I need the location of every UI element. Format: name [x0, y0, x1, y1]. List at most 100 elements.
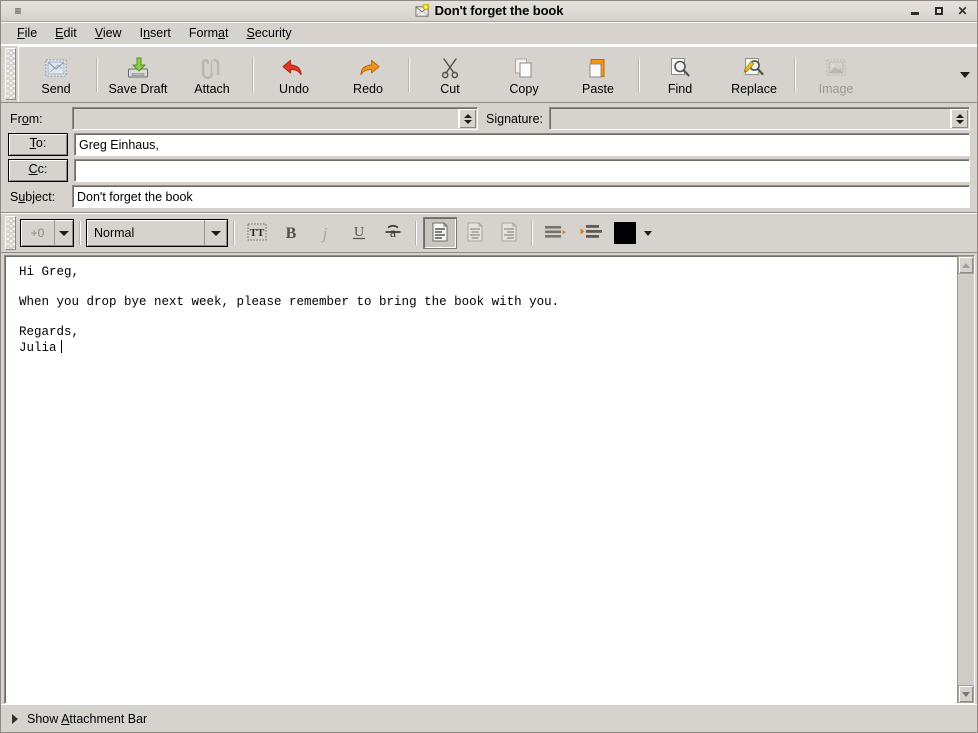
italic-button[interactable]: j	[309, 218, 341, 248]
attach-button[interactable]: Attach	[175, 53, 249, 97]
undo-arrow-icon	[281, 55, 307, 81]
paste-button[interactable]: Paste	[561, 53, 635, 97]
window-title: Don't forget the book	[435, 3, 564, 18]
menu-format[interactable]: Format	[180, 24, 238, 43]
paragraph-style-value: Normal	[87, 220, 204, 246]
scrollbar-trough[interactable]	[958, 274, 974, 685]
paragraph-style-dropdown-arrow[interactable]	[204, 220, 227, 246]
text-color-swatch[interactable]	[614, 222, 636, 244]
close-button[interactable]: ✕	[957, 5, 968, 16]
scroll-down-arrow-icon	[962, 692, 970, 697]
scroll-up-arrow-icon	[962, 263, 970, 268]
text-caret	[61, 340, 62, 353]
toolbar-separator	[638, 58, 640, 92]
bulleted-list-button[interactable]	[539, 218, 573, 248]
paste-label: Paste	[582, 83, 614, 97]
format-toolbar: +0 Normal TT	[18, 214, 978, 252]
indent-button[interactable]	[575, 218, 609, 248]
save-draft-button[interactable]: Save Draft	[101, 53, 175, 97]
signature-combobox[interactable]	[549, 107, 970, 130]
expander-triangle-icon	[12, 714, 18, 724]
cut-label: Cut	[440, 83, 459, 97]
paste-clipboard-icon	[586, 55, 610, 81]
signature-dropdown-arrows[interactable]	[950, 109, 968, 128]
main-toolbar-row: Send Save Draft	[0, 45, 978, 103]
toolbar-drag-handle[interactable]	[5, 48, 16, 100]
send-button[interactable]: Send	[19, 53, 93, 97]
cc-row: Cc:	[8, 159, 970, 182]
window-controls: ✕	[909, 5, 974, 16]
image-label: Image	[819, 83, 854, 97]
svg-text:U: U	[354, 225, 364, 240]
send-label: Send	[41, 83, 70, 97]
font-size-value: +0	[21, 220, 54, 246]
subject-value: Don't forget the book	[77, 190, 193, 204]
save-draft-icon	[126, 55, 150, 81]
send-mail-icon	[44, 55, 68, 81]
cc-input[interactable]	[74, 159, 970, 182]
paperclip-icon	[200, 55, 224, 81]
strikethrough-button[interactable]: a	[377, 218, 409, 248]
window-menu-icon[interactable]: ≡	[10, 5, 26, 17]
from-combobox[interactable]	[72, 107, 478, 130]
menu-security[interactable]: Security	[237, 24, 300, 43]
menubar: File Edit View Insert Format Security	[0, 22, 978, 45]
subject-row: Subject: Don't forget the book	[8, 185, 970, 208]
underline-button[interactable]: U	[343, 218, 375, 248]
cc-button[interactable]: Cc:	[8, 159, 68, 182]
chevron-down-icon	[644, 231, 652, 236]
body-vertical-scrollbar[interactable]	[957, 256, 974, 703]
compose-mail-window: ≡ Don't forget the book ✕ File Edit View	[0, 0, 978, 733]
from-row: From: Signature:	[8, 107, 970, 130]
cut-button[interactable]: Cut	[413, 53, 487, 97]
align-center-button[interactable]	[459, 218, 491, 248]
paragraph-style-combobox[interactable]: Normal	[86, 219, 228, 247]
window-titlebar: ≡ Don't forget the book ✕	[0, 0, 978, 22]
undo-button[interactable]: Undo	[257, 53, 331, 97]
replace-button[interactable]: Replace	[717, 53, 791, 97]
toolbar-overflow-chevron[interactable]	[952, 72, 978, 78]
mail-header-fields: From: Signature: To: Greg Einhaus,	[0, 103, 978, 213]
bold-button[interactable]: B	[275, 218, 307, 248]
message-body-input[interactable]: Hi Greg, When you drop bye next week, pl…	[5, 256, 957, 703]
attachment-bar-toggle[interactable]: Show Attachment Bar	[0, 704, 978, 733]
format-toolbar-drag-handle[interactable]	[5, 216, 16, 250]
to-button[interactable]: To:	[8, 133, 68, 156]
toolbar-separator	[408, 58, 410, 92]
minimize-button[interactable]	[909, 5, 920, 16]
redo-button[interactable]: Redo	[331, 53, 405, 97]
save-draft-label: Save Draft	[108, 83, 167, 97]
format-separator	[415, 221, 417, 245]
align-right-button[interactable]	[493, 218, 525, 248]
find-button[interactable]: Find	[643, 53, 717, 97]
window-title-group: Don't forget the book	[0, 3, 978, 18]
subject-label: Subject:	[8, 190, 72, 204]
font-size-stepper[interactable]: +0	[20, 219, 74, 247]
scroll-up-button[interactable]	[958, 256, 974, 274]
font-size-dropdown-arrow[interactable]	[54, 220, 73, 246]
fixed-width-icon: TT	[245, 221, 269, 246]
italic-icon: j	[314, 221, 336, 246]
spinner-down-icon	[464, 120, 472, 124]
menu-edit[interactable]: Edit	[46, 24, 86, 43]
text-color-dropdown[interactable]	[644, 231, 652, 236]
maximize-button[interactable]	[933, 5, 944, 16]
subject-input[interactable]: Don't forget the book	[72, 185, 970, 208]
from-label: From:	[8, 112, 72, 126]
toolbar-separator	[252, 58, 254, 92]
redo-arrow-icon	[355, 55, 381, 81]
menu-view[interactable]: View	[86, 24, 131, 43]
toolbar-separator	[96, 58, 98, 92]
undo-label: Undo	[279, 83, 309, 97]
align-left-button[interactable]	[423, 217, 457, 249]
find-label: Find	[668, 83, 692, 97]
from-dropdown-arrows[interactable]	[458, 109, 476, 128]
fixed-width-button[interactable]: TT	[241, 218, 273, 248]
strikethrough-icon: a	[382, 221, 404, 246]
menu-insert[interactable]: Insert	[131, 24, 180, 43]
copy-button[interactable]: Copy	[487, 53, 561, 97]
to-input[interactable]: Greg Einhaus,	[74, 133, 970, 156]
svg-text:B: B	[286, 225, 297, 242]
menu-file[interactable]: File	[8, 24, 46, 43]
scroll-down-button[interactable]	[958, 685, 974, 703]
